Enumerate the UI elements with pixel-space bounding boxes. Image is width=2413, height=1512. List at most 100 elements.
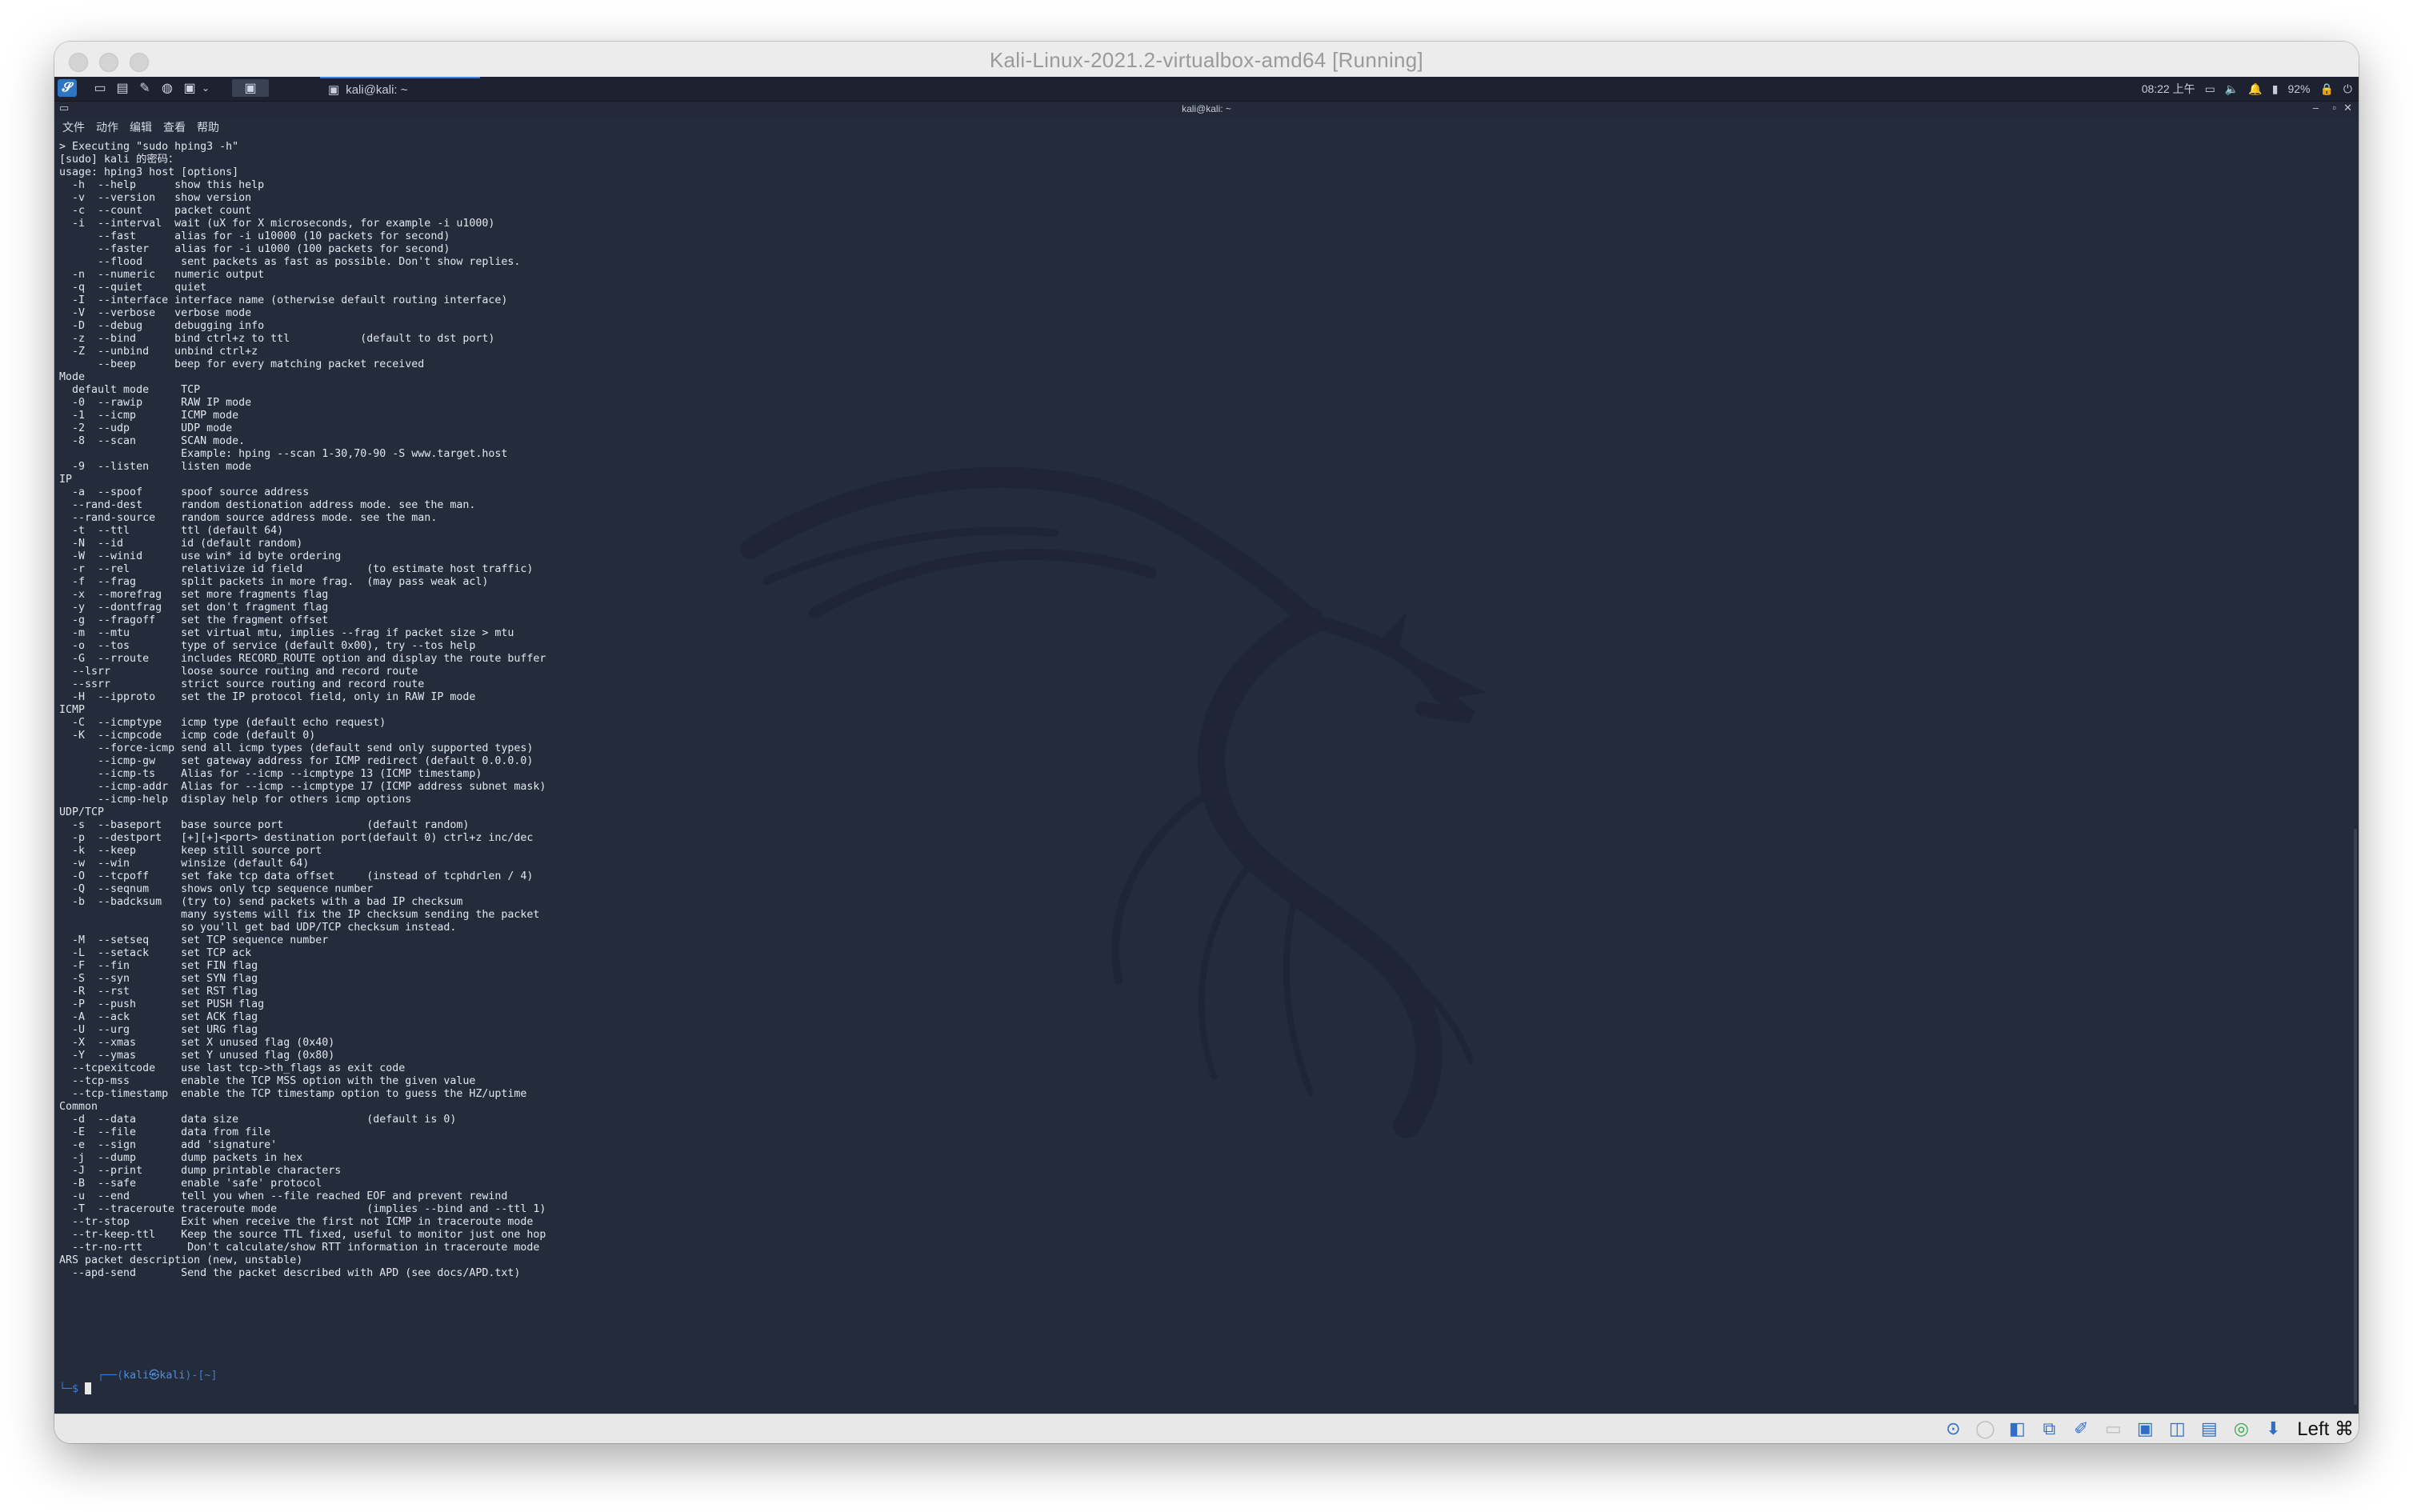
panel-clock[interactable]: 08:22 上午: [2142, 81, 2195, 97]
text-editor-icon[interactable]: ✎: [136, 79, 154, 97]
terminal-line: --tcpexitcode use last tcp->th_flags as …: [59, 1062, 406, 1074]
terminal-line: --tcp-timestamp enable the TCP timestamp…: [59, 1088, 527, 1100]
terminal-line: --tr-no-rtt Don't calculate/show RTT inf…: [59, 1242, 540, 1254]
notification-bell-icon[interactable]: 🔔: [2248, 82, 2262, 96]
terminal-line: -n --numeric numeric output: [59, 269, 265, 281]
terminal-line: -e --sign add 'signature': [59, 1139, 278, 1151]
power-icon[interactable]: ⏻: [2343, 82, 2352, 96]
terminal-line: --tr-keep-ttl Keep the source TTL fixed,…: [59, 1229, 546, 1241]
terminal-line: -L --setack set TCP ack: [59, 947, 252, 959]
kali-top-panel: 𝓢 ▭ ▤ ✎ ◍ ▣ ⌄ ▣ ▣ kali@kali: ~ 08:22 上午 …: [54, 77, 2359, 102]
terminal-line: --icmp-help display help for others icmp…: [59, 794, 412, 806]
menu-view[interactable]: 查看: [163, 119, 186, 135]
terminal-line: --faster alias for -i u1000 (100 packets…: [59, 243, 450, 255]
video-capture-icon[interactable]: ◫: [2164, 1417, 2190, 1441]
taskbar-terminal-label: kali@kali: ~: [346, 82, 408, 97]
show-desktop-icon[interactable]: ▭: [91, 79, 109, 97]
terminal-line: -2 --udp UDP mode: [59, 422, 233, 434]
terminal-line: -8 --scan SCAN mode.: [59, 435, 246, 447]
workspace-1-button[interactable]: ▣: [232, 79, 269, 97]
prompt-path: )-[~]: [185, 1370, 218, 1382]
text-cursor: [85, 1382, 92, 1394]
terminal-close-button[interactable]: ✕: [2343, 102, 2352, 114]
terminal-minimize-button[interactable]: –: [2313, 102, 2319, 114]
terminal-line: -r --rel relativize id field (to estimat…: [59, 563, 534, 575]
terminal-line: --tcp-mss enable the TCP MSS option with…: [59, 1075, 476, 1087]
display-icon[interactable]: ▭: [2205, 82, 2215, 96]
terminal-line: --apd-send Send the packet described wit…: [59, 1267, 521, 1279]
terminal-line: default mode TCP: [59, 384, 201, 396]
terminal-line: -z --bind bind ctrl+z to ttl (default to…: [59, 333, 495, 345]
virtualbox-window: Kali-Linux-2021.2-virtualbox-amd64 [Runn…: [54, 42, 2359, 1443]
terminal-line: -y --dontfrag set don't fragment flag: [59, 602, 329, 614]
terminal-launcher-icon[interactable]: ▣: [181, 79, 198, 97]
menu-file[interactable]: 文件: [62, 119, 85, 135]
lock-screen-icon[interactable]: 🔒: [2319, 82, 2333, 96]
web-browser-icon[interactable]: ◍: [158, 79, 176, 97]
file-manager-icon[interactable]: ▤: [114, 79, 131, 97]
terminal-line: --fast alias for -i u10000 (10 packets f…: [59, 230, 450, 242]
terminal-line: -c --count packet count: [59, 205, 252, 217]
terminal-line: --beep beep for every matching packet re…: [59, 358, 425, 370]
terminal-line: -Q --seqnum shows only tcp sequence numb…: [59, 883, 374, 895]
terminal-maximize-button[interactable]: ▫: [2332, 102, 2336, 114]
terminal-line: Mode: [59, 371, 86, 383]
battery-icon[interactable]: ▮: [2272, 82, 2279, 96]
window-titlebar[interactable]: Kali-Linux-2021.2-virtualbox-amd64 [Runn…: [54, 42, 2359, 78]
terminal-line: --force-icmp send all icmp types (defaul…: [59, 742, 534, 754]
launcher-dropdown-icon[interactable]: ⌄: [200, 79, 211, 97]
usb-icon[interactable]: ✐: [2068, 1417, 2094, 1441]
terminal-line: -N --id id (default random): [59, 538, 303, 550]
prompt-symbol: └─$: [59, 1383, 86, 1395]
terminal-line: -1 --icmp ICMP mode: [59, 410, 239, 422]
terminal-line: > Executing "sudo hping3 -h": [59, 141, 239, 153]
terminal-line: UDP/TCP: [59, 806, 105, 818]
terminal-line: -k --keep keep still source port: [59, 845, 322, 857]
keyboard-capture-icon[interactable]: ⬇: [2260, 1417, 2286, 1441]
terminal-line: -D --debug debugging info: [59, 320, 265, 332]
shared-folders-icon[interactable]: ▭: [2100, 1417, 2126, 1441]
terminal-line: -W --winid use win* id byte ordering: [59, 550, 342, 562]
vm-screen[interactable]: 𝓢 ▭ ▤ ✎ ◍ ▣ ⌄ ▣ ▣ kali@kali: ~ 08:22 上午 …: [54, 77, 2359, 1414]
prompt-open: ┌──(: [98, 1370, 124, 1382]
shell-prompt[interactable]: ┌──(kali㉿kali)-[~] └─$: [59, 1357, 217, 1409]
terminal-line: -0 --rawip RAW IP mode: [59, 397, 252, 409]
audio-icon[interactable]: ◧: [2004, 1417, 2030, 1441]
terminal-line: so you'll get bad UDP/TCP checksum inste…: [59, 922, 457, 934]
terminal-line: -M --setseq set TCP sequence number: [59, 934, 329, 946]
terminal-line: --lsrr loose source routing and record r…: [59, 666, 418, 678]
terminal-line: -V --verbose verbose mode: [59, 307, 252, 319]
display-settings-icon[interactable]: ▣: [2132, 1417, 2158, 1441]
mouse-integration-icon[interactable]: ◎: [2228, 1417, 2254, 1441]
terminal-line: --rand-source random source address mode…: [59, 512, 438, 524]
menu-edit[interactable]: 编辑: [130, 119, 152, 135]
terminal-title: kali@kali: ~: [1182, 103, 1231, 114]
terminal-line: -O --tcpoff set fake tcp data offset (in…: [59, 870, 534, 882]
kali-menu-icon[interactable]: 𝓢: [58, 79, 77, 97]
terminal-line: -Y --ymas set Y unused flag (0x80): [59, 1050, 335, 1062]
hard-disk-icon[interactable]: ⊙: [1940, 1417, 1966, 1441]
cpu-activity-icon[interactable]: ▤: [2196, 1417, 2222, 1441]
terminal-line: -p --destport [+][+]<port> destination p…: [59, 832, 534, 844]
terminal-line: -a --spoof spoof source address: [59, 486, 310, 498]
terminal-line: -F --fin set FIN flag: [59, 960, 258, 972]
menu-action[interactable]: 动作: [96, 119, 118, 135]
terminal-line: -S --syn set SYN flag: [59, 973, 258, 985]
terminal-line: -s --baseport base source port (default …: [59, 819, 470, 831]
terminal-line: --flood sent packets as fast as possible…: [59, 256, 521, 268]
terminal-output[interactable]: > Executing "sudo hping3 -h" [sudo] kali …: [59, 141, 779, 1280]
terminal-line: usage: hping3 host [options]: [59, 166, 239, 178]
volume-icon[interactable]: 🔈: [2225, 82, 2239, 96]
terminal-titlebar[interactable]: ▭ kali@kali: ~ – ▫ ✕: [54, 102, 2359, 118]
host-key-label[interactable]: Left ⌘: [2292, 1418, 2354, 1441]
terminal-line: --rand-dest random destionation address …: [59, 499, 476, 511]
battery-percent: 92%: [2287, 82, 2311, 95]
terminal-scrollbar[interactable]: [2354, 829, 2357, 1405]
terminal-line: -P --push set PUSH flag: [59, 998, 265, 1010]
terminal-line: -m --mtu set virtual mtu, implies --frag…: [59, 627, 514, 639]
terminal-line: Example: hping --scan 1-30,70-90 -S www.…: [59, 448, 508, 460]
menu-help[interactable]: 帮助: [197, 119, 219, 135]
taskbar-terminal-button[interactable]: ▣ kali@kali: ~: [320, 77, 480, 101]
network-icon[interactable]: ⧉: [2036, 1417, 2062, 1441]
optical-drive-icon[interactable]: ◯: [1972, 1417, 1998, 1441]
